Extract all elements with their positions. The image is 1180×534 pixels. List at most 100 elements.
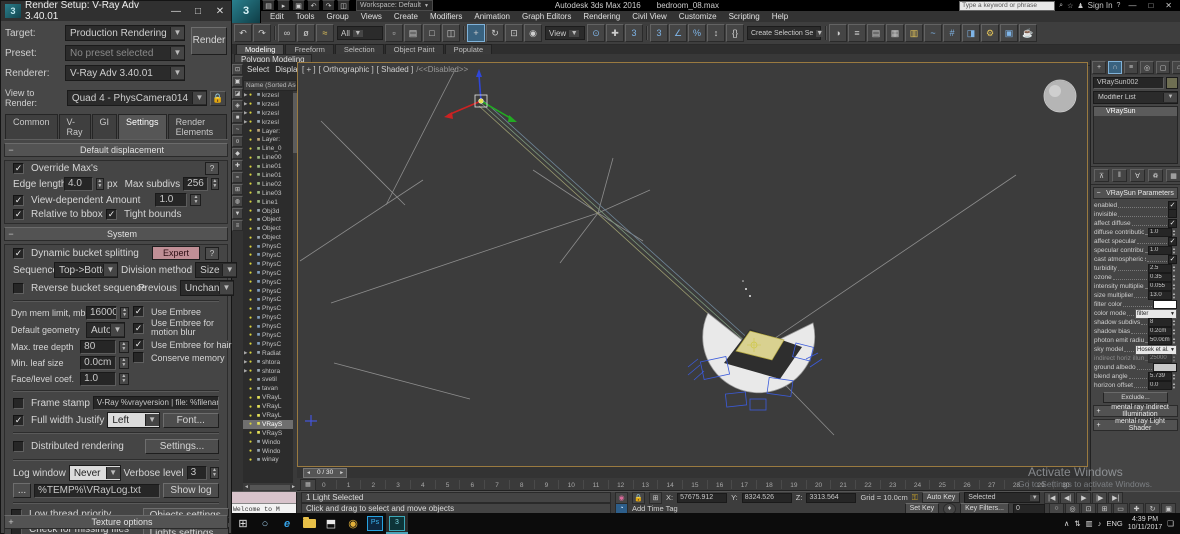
reference-coordinate-system-dropdown[interactable]: View▼ — [545, 26, 585, 40]
user-icon[interactable]: ♟ — [1077, 2, 1083, 10]
scene-object-row[interactable]: ● ■ Line00 — [243, 153, 297, 162]
scene-explorer-tool-icon[interactable]: ⊡ — [232, 64, 243, 75]
toolbar-icon[interactable]: ▤ — [404, 24, 422, 42]
quick-access-icon[interactable]: ▣ — [292, 0, 305, 11]
spinner-control[interactable]: ▲▼ — [119, 341, 129, 353]
clock[interactable]: 4:39 PM10/11/2017 — [1128, 516, 1163, 532]
scene-object-row[interactable]: ● ■ Windo — [243, 438, 297, 447]
toolbar-icon[interactable]: ø — [297, 24, 315, 42]
scene-explorer-tool-icon[interactable]: ~ — [232, 124, 243, 135]
expert-mode-button[interactable]: Expert — [152, 246, 200, 260]
relative-to-bbox-checkbox[interactable]: ✓ — [13, 209, 24, 220]
scene-explorer-tool-icon[interactable]: ◆ — [232, 148, 243, 159]
photoshop-icon[interactable]: Ps — [364, 513, 386, 534]
command-panel-tab-icon[interactable]: ⌂ — [1172, 61, 1180, 74]
help-icon[interactable]: ? — [1117, 2, 1121, 9]
auto-key-button[interactable]: Auto Key — [922, 492, 960, 503]
command-panel-tab-icon[interactable]: ∩ — [1108, 61, 1122, 74]
spinner-control[interactable]: ▲▼ — [190, 194, 201, 206]
help-button[interactable]: ? — [205, 247, 219, 260]
toolbar-icon[interactable]: {} — [726, 24, 744, 42]
explorer-horizontal-scrollbar[interactable]: ◄ ► — [243, 483, 297, 491]
parameter-spinner[interactable]: 0.0▲▼ — [1148, 381, 1177, 390]
scene-object-row[interactable]: ● ■ PhysC — [243, 331, 297, 340]
stack-tool-icon[interactable]: ⊼ — [1094, 169, 1109, 182]
scene-object-row[interactable]: ● ■ Line03 — [243, 189, 297, 198]
lock-view-icon[interactable]: 🔒 — [210, 91, 226, 106]
scene-object-row[interactable]: ● ■ Object — [243, 224, 297, 233]
scene-explorer-tool-icon[interactable]: ◪ — [232, 88, 243, 99]
justify-dropdown[interactable]: Left▼ — [107, 412, 159, 428]
command-panel-tab-icon[interactable]: ◎ — [1140, 61, 1154, 74]
toolbar-icon[interactable]: # — [943, 24, 961, 42]
scene-object-row[interactable]: ● ■ VRayL — [243, 402, 297, 411]
selection-lock-icon[interactable]: 🔒 — [632, 492, 645, 504]
add-time-tag[interactable]: Add Time Tag — [632, 504, 678, 513]
language-indicator[interactable]: ENG — [1106, 519, 1122, 528]
scene-object-row[interactable]: ● ■ PhysC — [243, 251, 297, 260]
track-bar[interactable]: 0123456789101112131415161718192021222324… — [297, 478, 1088, 491]
scene-object-row[interactable]: ● ■ PhysC — [243, 340, 297, 349]
amount-field[interactable]: 1.0 — [155, 193, 187, 207]
dyn-mem-limit-field[interactable]: 16000 — [86, 306, 117, 320]
division-method-dropdown[interactable]: Size▼ — [195, 262, 237, 278]
scene-object-row[interactable]: ● ■ Line02 — [243, 180, 297, 189]
font-button[interactable]: Font... — [163, 413, 219, 428]
menu-item[interactable]: Help — [766, 12, 794, 21]
command-panel-tab-icon[interactable]: ▢ — [1156, 61, 1170, 74]
scene-object-row[interactable]: ● ■ PhysC — [243, 242, 297, 251]
menu-item[interactable]: Create — [388, 12, 424, 21]
modifier-stack-item[interactable]: VRaySun — [1094, 107, 1177, 116]
toolbar-icon[interactable]: 3 — [625, 24, 643, 42]
use-embree-hair-checkbox[interactable]: ✓ — [133, 339, 144, 350]
default-geometry-dropdown[interactable]: Auto▼ — [86, 322, 125, 338]
parameter-spinner[interactable]: 25000▲▼ — [1148, 354, 1177, 363]
max-tree-depth-field[interactable]: 80 — [80, 340, 116, 354]
menu-item[interactable]: Scripting — [723, 12, 766, 21]
parameter-checkbox[interactable]: ✓ — [1168, 237, 1177, 246]
distributed-rendering-checkbox[interactable] — [13, 441, 24, 452]
scene-object-row[interactable]: ● ■ Layer: — [243, 135, 297, 144]
y-coordinate-field[interactable]: 8324.526 — [742, 493, 792, 503]
display-icon[interactable]: ▥ — [1086, 519, 1093, 528]
toolbar-icon[interactable]: ▤ — [867, 24, 885, 42]
scene-object-row[interactable]: ● ■ Line01 — [243, 171, 297, 180]
named-selection-set-dropdown[interactable]: Create Selection Se▼ — [747, 26, 821, 40]
command-panel-tab-icon[interactable]: + — [1092, 61, 1106, 74]
scene-object-row[interactable]: ● ■ tavan — [243, 384, 297, 393]
notification-center-icon[interactable]: ❏ — [1167, 519, 1174, 528]
toolbar-icon[interactable]: ≡ — [848, 24, 866, 42]
conserve-memory-checkbox[interactable] — [133, 352, 144, 363]
toolbar-icon[interactable]: ↶ — [234, 24, 252, 42]
show-log-button[interactable]: Show log — [163, 483, 219, 498]
toolbar-icon[interactable]: + — [467, 24, 485, 42]
rollout-header[interactable]: + mental ray Indirect Illumination — [1093, 405, 1178, 417]
search-input[interactable]: Type a keyword or phrase — [959, 1, 1055, 11]
x-coordinate-field[interactable]: 57675.912 — [677, 493, 727, 503]
toolbar-icon[interactable]: ▦ — [886, 24, 904, 42]
log-path-field[interactable]: %TEMP%\VRayLog.txt — [34, 484, 160, 498]
toolbar-icon[interactable]: □ — [423, 24, 441, 42]
scroll-right-arrow[interactable]: ► — [291, 484, 296, 490]
menu-item[interactable]: Animation — [468, 12, 516, 21]
target-dropdown[interactable]: Production Rendering Mode▼ — [65, 25, 185, 41]
scene-object-row[interactable]: ● ■ PhysC — [243, 269, 297, 278]
viewport-orthographic[interactable]: [ + ] [ Orthographic ] [ Shaded ] /<<Dis… — [297, 62, 1088, 467]
open-mini-curve-editor-button[interactable]: ▦ — [300, 479, 316, 491]
name-column-header[interactable]: Name (Sorted Ascend — [243, 80, 297, 91]
scene-object-row[interactable]: ● ■ PhysC — [243, 313, 297, 322]
ribbon-tab[interactable]: Freeform — [285, 44, 333, 54]
object-name-field[interactable]: VRaySun002 — [1093, 77, 1164, 89]
sequence-dropdown[interactable]: Top->Bottom▼ — [54, 262, 118, 278]
default-displacement-rollout[interactable]: − Default displacement — [4, 143, 228, 157]
spinner-control[interactable]: ▲▼ — [120, 307, 129, 319]
scene-explorer-tool-icon[interactable]: ▣ — [232, 76, 243, 87]
star-icon[interactable]: ☆ — [1067, 2, 1073, 10]
toolbar-icon[interactable]: ≈ — [316, 24, 334, 42]
render-setup-tab[interactable]: GI — [92, 114, 118, 139]
network-icon[interactable]: ⇅ — [1074, 519, 1080, 528]
dialog-minimize-button[interactable]: — — [165, 6, 187, 17]
snap-icon[interactable]: 3 — [650, 24, 668, 42]
dialog-close-button[interactable]: ✕ — [209, 6, 231, 17]
preset-dropdown[interactable]: No preset selected▼ — [65, 45, 185, 61]
